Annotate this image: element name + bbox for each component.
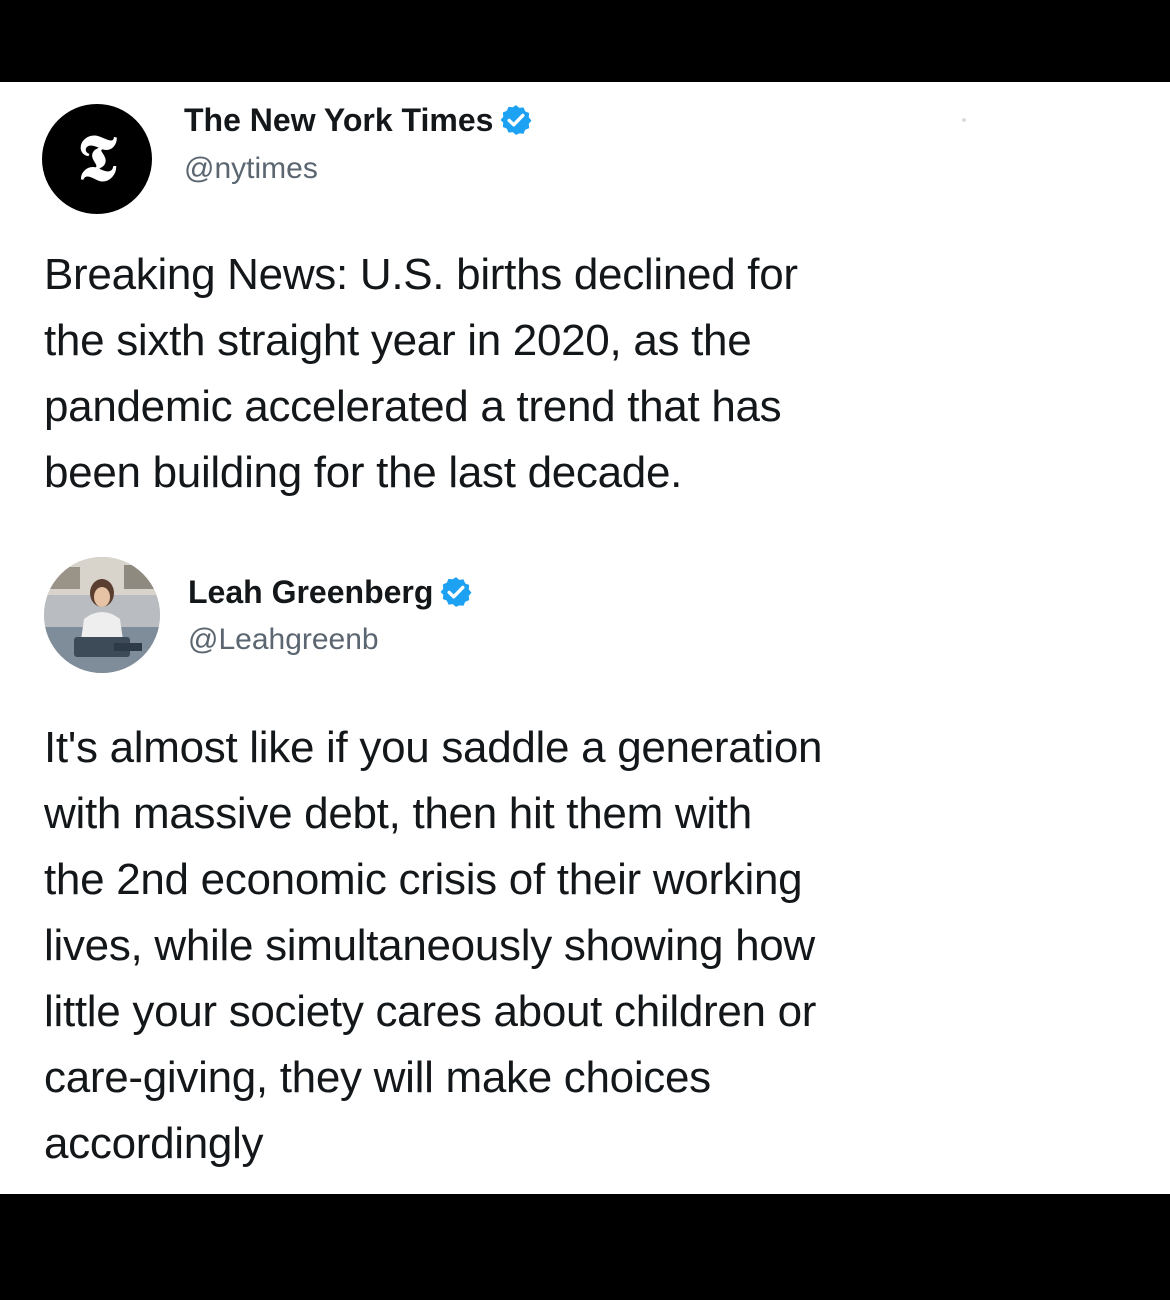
tweet-text-leahgreenb: It's almost like if you saddle a generat… — [44, 723, 823, 1168]
display-name[interactable]: Leah Greenberg — [188, 574, 473, 611]
screenshot-card: 𝕿 The New York Times @nytimes Breaking N… — [0, 82, 1170, 1194]
nyt-logo-icon: 𝕿 — [77, 121, 117, 196]
profile-photo-icon — [44, 557, 160, 673]
handle[interactable]: @Leahgreenb — [188, 623, 379, 657]
avatar-leahgreenb[interactable] — [44, 557, 160, 673]
handle[interactable]: @nytimes — [184, 152, 318, 186]
display-name-text: The New York Times — [184, 102, 494, 138]
verified-badge-icon — [501, 105, 532, 135]
display-name-text: Leah Greenberg — [188, 574, 434, 610]
tweet-text-nytimes: Breaking News: U.S. births declined for … — [44, 250, 798, 497]
avatar-nytimes[interactable]: 𝕿 — [42, 104, 152, 214]
tweet-header-leahgreenb: Leah Greenberg @Leahgreenb — [0, 557, 1170, 687]
tweet-header-nytimes: 𝕿 The New York Times @nytimes — [0, 82, 1170, 214]
display-name[interactable]: The New York Times — [184, 102, 533, 139]
divider-dot — [962, 118, 966, 122]
verified-badge-icon — [440, 577, 472, 607]
